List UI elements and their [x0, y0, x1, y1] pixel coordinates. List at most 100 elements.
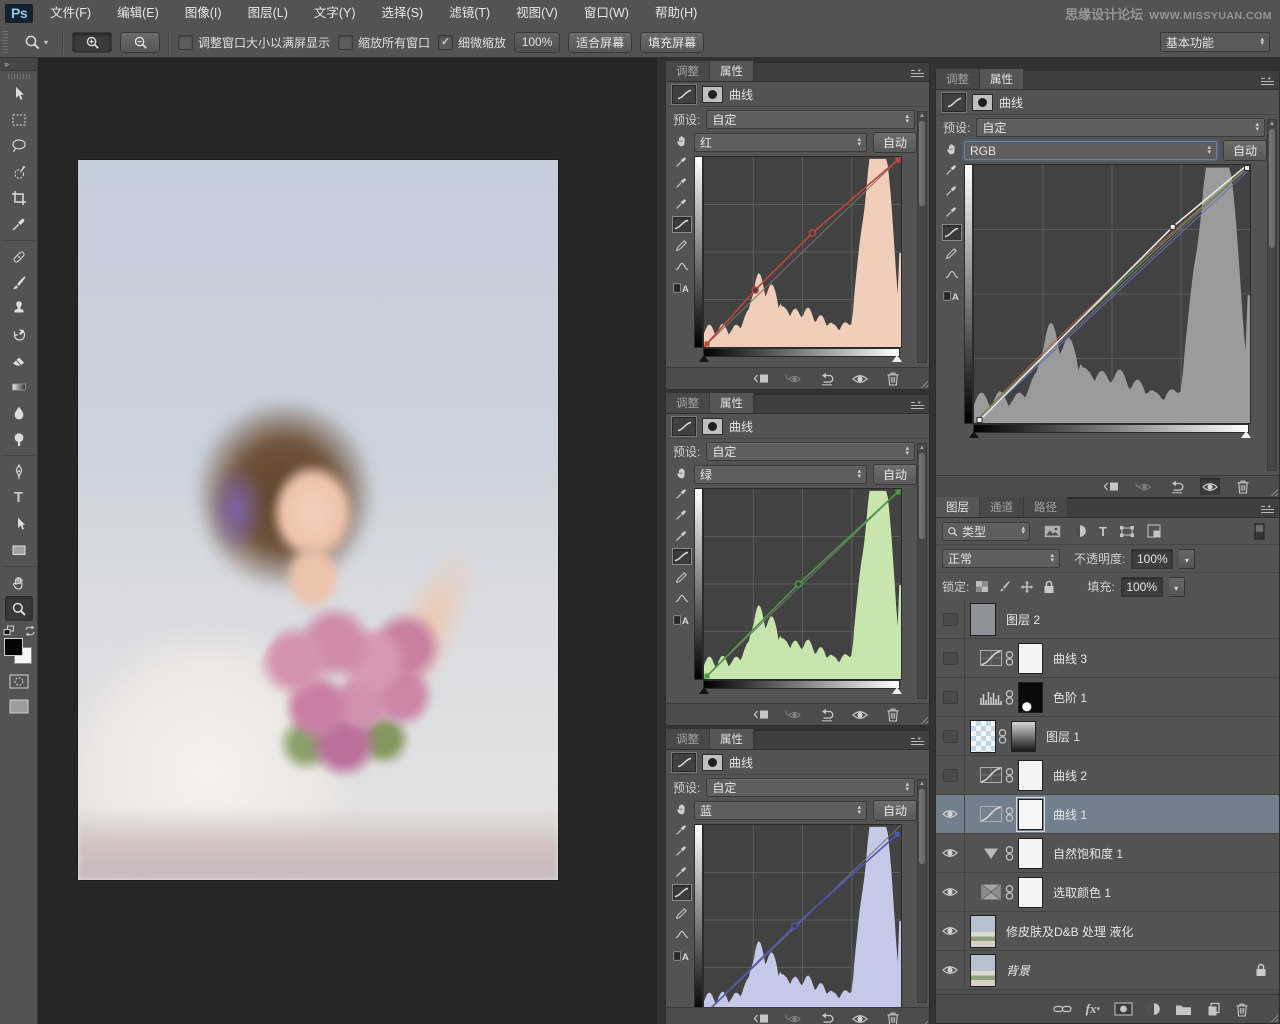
edit-points-icon[interactable]: [673, 885, 691, 900]
edit-points-icon[interactable]: [943, 225, 961, 240]
new-group-button[interactable]: [1175, 1003, 1192, 1016]
visibility-button[interactable]: [1200, 478, 1220, 495]
layer-style-button[interactable]: fx▾: [1086, 1001, 1100, 1017]
white-point-eyedropper-icon[interactable]: [673, 864, 691, 879]
visibility-eye-icon[interactable]: [936, 795, 965, 833]
delete-adjustment-button[interactable]: [883, 1010, 903, 1024]
reset-button[interactable]: [817, 1010, 837, 1024]
collapse-toolbar-button[interactable]: »: [0, 58, 37, 71]
curve-plot[interactable]: [694, 156, 917, 363]
lock-pixels-icon[interactable]: [998, 580, 1011, 593]
visibility-toggle-empty[interactable]: [936, 600, 965, 638]
scrubby-zoom-option[interactable]: ✓ 细微缩放: [438, 34, 506, 51]
layer-row-5[interactable]: 曲线 2: [936, 756, 1279, 795]
show-clipping-icon[interactable]: A: [943, 288, 961, 303]
menu-item-3[interactable]: 图像(I): [172, 0, 235, 27]
tab-properties[interactable]: 属性: [980, 69, 1024, 89]
layer-row-8[interactable]: 选取颜色 1: [936, 873, 1279, 912]
channel-dropdown[interactable]: RGB: [964, 141, 1217, 160]
zoom-all-option[interactable]: 缩放所有窗口: [338, 34, 430, 51]
blend-mode-dropdown[interactable]: 正常: [942, 549, 1060, 568]
layer-mask-icon[interactable]: [702, 418, 723, 435]
black-point-eyedropper-icon[interactable]: [673, 822, 691, 837]
filter-smart-objects-icon[interactable]: [1147, 524, 1161, 538]
rectangular-marquee-tool[interactable]: [5, 107, 33, 132]
layer-mask-thumbnail[interactable]: [1011, 721, 1036, 752]
layer-name[interactable]: 曲线 3: [1053, 650, 1087, 667]
layer-row-4[interactable]: 图层 1: [936, 717, 1279, 756]
quick-mask-button[interactable]: [5, 669, 33, 694]
draw-curve-icon[interactable]: [673, 906, 691, 921]
brush-tool[interactable]: [5, 270, 33, 295]
type-tool[interactable]: T: [5, 485, 33, 510]
show-clipping-icon[interactable]: A: [673, 280, 691, 295]
layer-mask-icon[interactable]: [702, 86, 723, 103]
fill-screen-button[interactable]: 填充屏幕: [640, 32, 704, 53]
auto-button[interactable]: 自动: [873, 464, 917, 485]
visibility-button[interactable]: [850, 370, 870, 387]
layer-thumbnail[interactable]: [970, 720, 996, 753]
panel-scrollbar[interactable]: ▲: [917, 779, 927, 1003]
menu-item-4[interactable]: 图层(L): [235, 0, 301, 27]
opacity-value[interactable]: 100%: [1131, 549, 1173, 569]
smooth-curve-icon[interactable]: [943, 267, 961, 282]
layer-name[interactable]: 曲线 2: [1053, 767, 1087, 784]
tab-properties[interactable]: 属性: [710, 61, 754, 81]
filter-type-dropdown[interactable]: 类型: [942, 522, 1030, 541]
smooth-curve-icon[interactable]: [673, 259, 691, 274]
show-clipping-icon[interactable]: A: [673, 948, 691, 963]
layer-row-2[interactable]: 曲线 3: [936, 639, 1279, 678]
layer-mask-icon[interactable]: [972, 94, 993, 111]
auto-button[interactable]: 自动: [873, 800, 917, 821]
view-previous-state-button[interactable]: [1134, 478, 1154, 495]
preset-dropdown[interactable]: 自定: [706, 442, 915, 461]
layer-row-1[interactable]: 图层 2: [936, 600, 1279, 639]
layer-name[interactable]: 修皮肤及D&B 处理 液化: [1006, 923, 1133, 940]
menu-item-10[interactable]: 帮助(H): [642, 0, 710, 27]
tab-channels[interactable]: 通道: [980, 497, 1024, 517]
preset-dropdown[interactable]: 自定: [706, 110, 915, 129]
view-previous-state-button[interactable]: [784, 1010, 804, 1024]
black-point-slider[interactable]: [699, 687, 709, 694]
panel-menu-icon[interactable]: [910, 69, 925, 78]
draw-curve-icon[interactable]: [943, 246, 961, 261]
resize-windows-checkbox[interactable]: [178, 35, 193, 50]
new-adjustment-layer-button[interactable]: [1147, 1002, 1161, 1016]
eraser-tool[interactable]: [5, 348, 33, 373]
clip-to-layer-button[interactable]: [1101, 478, 1121, 495]
channel-dropdown[interactable]: 蓝: [694, 801, 867, 820]
hand-tool[interactable]: [5, 570, 33, 595]
filter-adjustment-layers-icon[interactable]: [1073, 524, 1087, 538]
move-tool[interactable]: [5, 81, 33, 106]
filter-toggle-switch[interactable]: [1254, 523, 1265, 540]
delete-adjustment-button[interactable]: [1233, 478, 1253, 495]
crop-tool[interactable]: [5, 185, 33, 210]
auto-button[interactable]: 自动: [873, 132, 917, 153]
targeted-adjustment-icon[interactable]: [943, 141, 961, 156]
white-point-slider[interactable]: [1241, 431, 1251, 438]
zoom-all-checkbox[interactable]: [338, 35, 353, 50]
visibility-eye-icon[interactable]: [936, 873, 965, 911]
menu-item-8[interactable]: 视图(V): [503, 0, 571, 27]
smooth-curve-icon[interactable]: [673, 591, 691, 606]
panel-scrollbar[interactable]: ▲: [1267, 119, 1277, 471]
healing-brush-tool[interactable]: [5, 244, 33, 269]
zoom-tool-preset[interactable]: ▾: [18, 34, 54, 51]
visibility-eye-icon[interactable]: [936, 834, 965, 872]
zoom-out-button[interactable]: [120, 32, 160, 53]
layer-mask-thumbnail[interactable]: [1018, 643, 1043, 674]
white-point-eyedropper-icon[interactable]: [673, 196, 691, 211]
menu-item-6[interactable]: 选择(S): [369, 0, 437, 27]
targeted-adjustment-icon[interactable]: [673, 133, 691, 148]
layer-row-7[interactable]: 自然饱和度 1: [936, 834, 1279, 873]
filter-shape-layers-icon[interactable]: [1119, 525, 1135, 538]
menu-item-7[interactable]: 滤镜(T): [436, 0, 503, 27]
smooth-curve-icon[interactable]: [673, 927, 691, 942]
swap-colors-icon[interactable]: [24, 625, 36, 637]
gray-point-eyedropper-icon[interactable]: [673, 175, 691, 190]
channel-dropdown[interactable]: 绿: [694, 465, 867, 484]
default-colors-icon[interactable]: [3, 625, 17, 637]
resize-windows-option[interactable]: 调整窗口大小以满屏显示: [178, 34, 330, 51]
tab-properties[interactable]: 属性: [710, 393, 754, 413]
filter-type-layers-icon[interactable]: T: [1099, 524, 1107, 539]
